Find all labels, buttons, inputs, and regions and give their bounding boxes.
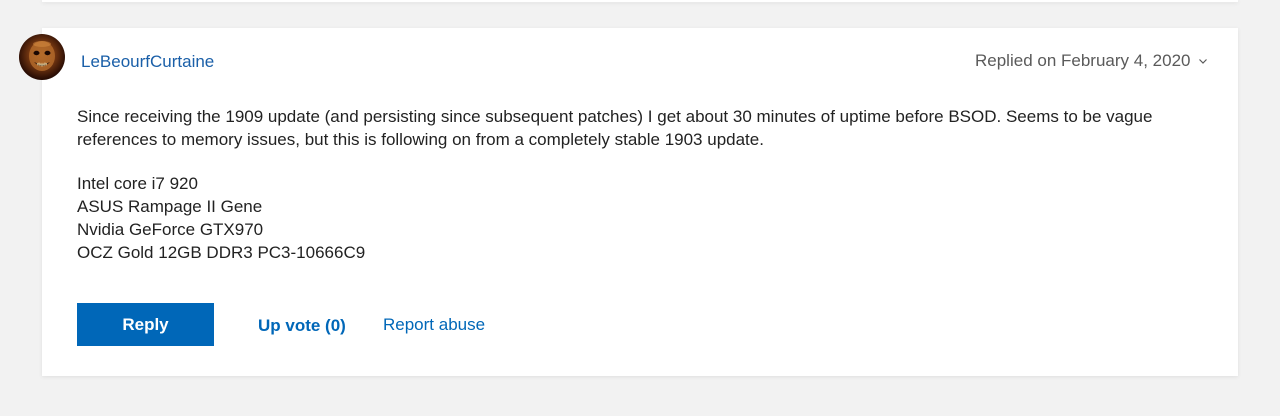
spec-line: OCZ Gold 12GB DDR3 PC3-10666C9	[77, 243, 366, 262]
post-paragraph: Since receiving the 1909 update (and per…	[77, 107, 1153, 149]
report-abuse-link[interactable]: Report abuse	[383, 315, 485, 335]
reply-button[interactable]: Reply	[77, 303, 214, 346]
spec-line: Intel core i7 920	[77, 174, 198, 193]
previous-post-card-edge	[42, 0, 1238, 2]
replied-date-text: Replied on February 4, 2020	[975, 51, 1191, 70]
spec-line: ASUS Rampage II Gene	[77, 197, 263, 216]
spec-line: Nvidia GeForce GTX970	[77, 220, 264, 239]
post-body: Since receiving the 1909 update (and per…	[77, 105, 1167, 264]
upvote-link[interactable]: Up vote (0)	[258, 316, 346, 336]
username-link[interactable]: LeBeourfCurtaine	[81, 52, 214, 72]
replied-date-dropdown[interactable]: Replied on February 4, 2020	[975, 51, 1208, 71]
chevron-down-icon	[1199, 59, 1208, 64]
avatar-image-icon	[29, 41, 55, 71]
user-avatar[interactable]	[19, 34, 65, 80]
